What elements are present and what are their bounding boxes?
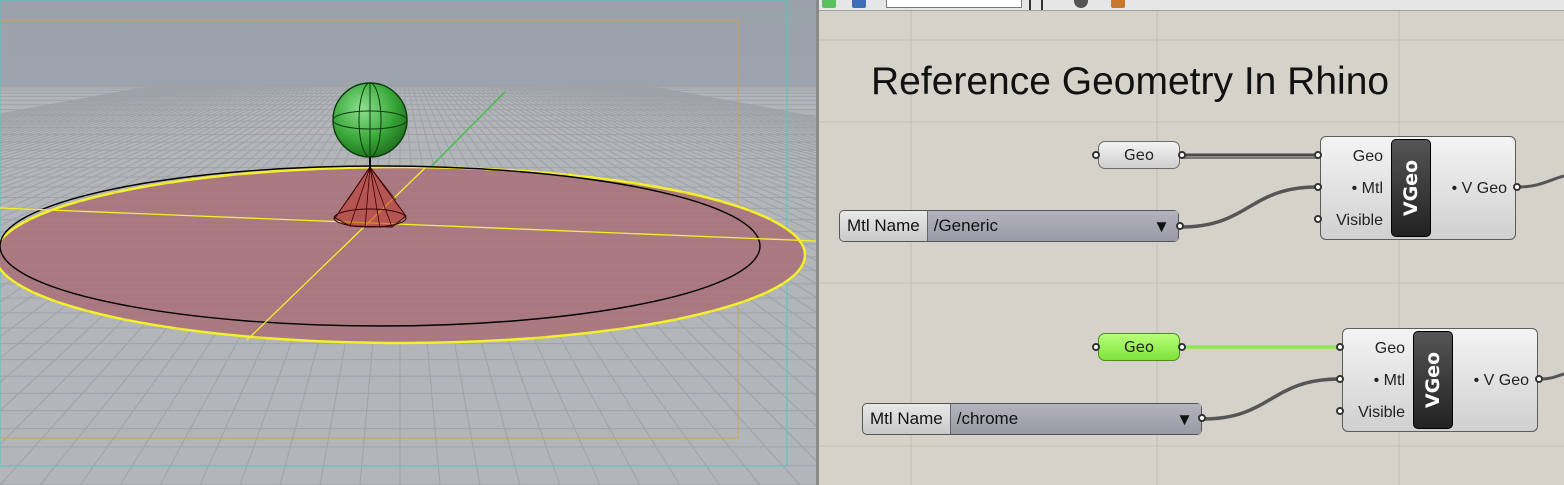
component-output-grip[interactable] [1535, 375, 1543, 383]
toolbar-search-input[interactable] [886, 0, 1022, 8]
wire-mtl-1 [1180, 185, 1318, 229]
wire-out-1 [1518, 174, 1564, 189]
canvas-title: Reference Geometry In Rhino [871, 60, 1390, 103]
value-list-selection[interactable]: /chrome ▼ [950, 404, 1201, 434]
component-output-grip[interactable] [1513, 183, 1521, 191]
geo-param-input-grip[interactable] [1092, 151, 1100, 159]
component-nickname: VGeo [1400, 159, 1422, 217]
wire-mtl-2 [1202, 377, 1340, 421]
component-input-grip-mtl[interactable] [1314, 183, 1322, 191]
geo-param-selected[interactable]: Geo [1098, 333, 1180, 361]
value-list-selection[interactable]: /Generic ▼ [927, 211, 1178, 241]
toolbar-icon[interactable] [852, 0, 866, 8]
input-mtl[interactable]: • Mtl [1343, 372, 1405, 390]
toolbar-icon[interactable] [822, 0, 836, 8]
value-list-output-grip[interactable] [1198, 414, 1206, 422]
sphere-object[interactable] [332, 82, 408, 158]
component-input-grip-visible[interactable] [1336, 407, 1344, 415]
dropdown-triangle-icon[interactable]: ▼ [1153, 217, 1170, 237]
input-mtl[interactable]: • Mtl [1321, 180, 1383, 198]
grasshopper-canvas[interactable]: Reference Geometry In Rhino Geo Mtl Name… [819, 0, 1564, 485]
rhino-viewport[interactable] [0, 0, 816, 485]
viewport-scene [0, 0, 816, 485]
material-value-list[interactable]: Mtl Name /Generic ▼ [839, 210, 1179, 242]
component-nickname-plate[interactable]: VGeo [1391, 139, 1431, 237]
component-input-grip-mtl[interactable] [1336, 375, 1344, 383]
output-vgeo[interactable]: • V Geo [1452, 180, 1507, 198]
component-input-grip-geo[interactable] [1314, 151, 1322, 159]
toolbar-icon[interactable] [1111, 0, 1125, 8]
output-vgeo[interactable]: • V Geo [1474, 372, 1529, 390]
input-geo[interactable]: Geo [1321, 148, 1383, 166]
value-list-label: Mtl Name [840, 211, 928, 241]
geo-param-output-grip[interactable] [1178, 343, 1186, 351]
component-nickname: VGeo [1422, 351, 1444, 409]
geo-param-input-grip[interactable] [1092, 343, 1100, 351]
component-nickname-plate[interactable]: VGeo [1413, 331, 1453, 429]
component-input-grip-visible[interactable] [1314, 215, 1322, 223]
geo-param-label: Geo [1123, 338, 1155, 356]
geo-param-output-grip[interactable] [1178, 151, 1186, 159]
component-input-grip-geo[interactable] [1336, 343, 1344, 351]
vgeo-component[interactable]: Geo • Mtl Visible VGeo • V Geo [1320, 136, 1516, 240]
canvas-toolbar [819, 0, 1564, 11]
geo-param[interactable]: Geo [1098, 141, 1180, 169]
value-list-label: Mtl Name [863, 404, 951, 434]
toolbar-icon[interactable] [1074, 0, 1088, 8]
vgeo-component[interactable]: Geo • Mtl Visible VGeo • V Geo [1342, 328, 1538, 432]
toolbar-icon[interactable] [1029, 0, 1043, 10]
value-list-output-grip[interactable] [1176, 222, 1184, 230]
wire-out-2 [1540, 372, 1564, 381]
disc-surface[interactable] [0, 165, 807, 345]
input-visible[interactable]: Visible [1321, 212, 1383, 230]
geo-param-label: Geo [1123, 146, 1155, 164]
input-geo[interactable]: Geo [1343, 340, 1405, 358]
dropdown-triangle-icon[interactable]: ▼ [1176, 410, 1193, 430]
input-visible[interactable]: Visible [1343, 404, 1405, 422]
value-list-value: /Generic [933, 216, 998, 235]
value-list-value: /chrome [956, 409, 1019, 428]
material-value-list[interactable]: Mtl Name /chrome ▼ [862, 403, 1202, 435]
